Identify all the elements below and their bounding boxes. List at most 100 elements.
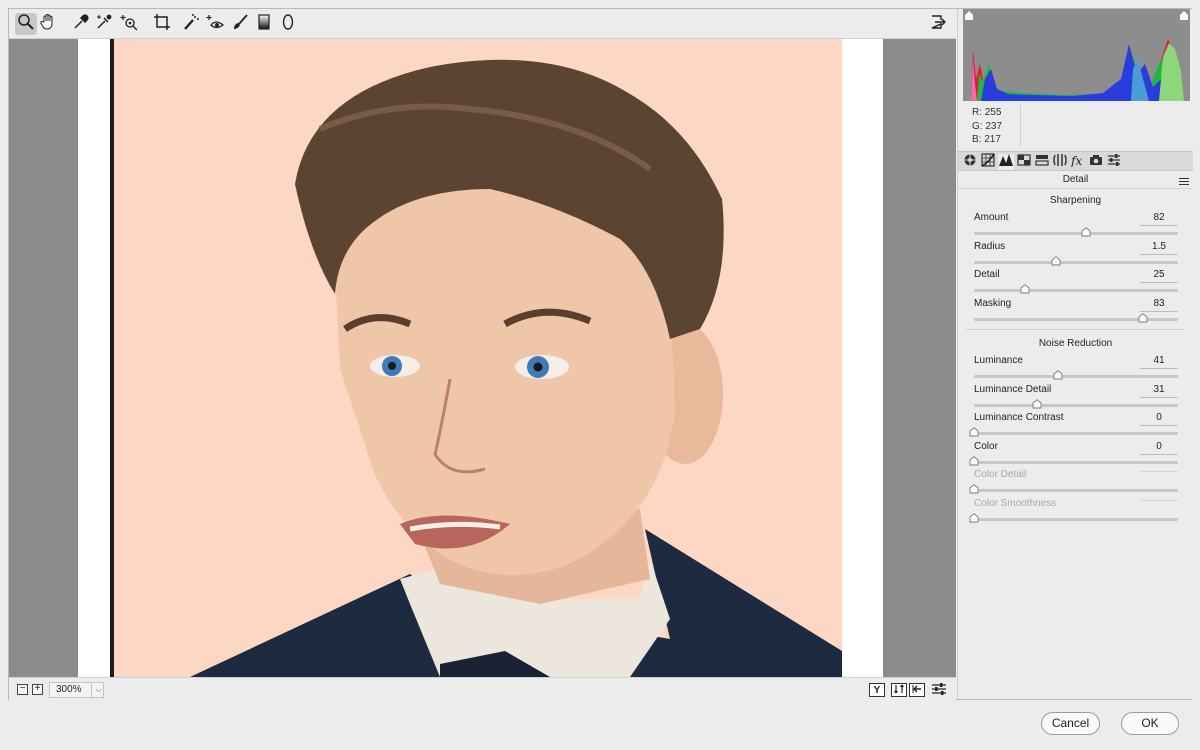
slider-luminance[interactable]: Luminance 41 xyxy=(974,355,1178,383)
slider-label: Radius xyxy=(974,240,1006,252)
slider-label: Color xyxy=(974,440,998,452)
slider-masking[interactable]: Masking 83 xyxy=(974,298,1178,326)
status-bar: − + 300% ⌵ Y xyxy=(9,677,956,701)
slider-color-detail: Color Detail xyxy=(969,469,1178,497)
slider-track[interactable] xyxy=(974,432,1178,435)
slider-radius[interactable]: Radius 1.5 xyxy=(974,241,1178,269)
slider-luminance-detail[interactable]: Luminance Detail 31 xyxy=(974,384,1178,412)
panel-tabs: fx xyxy=(958,151,1193,171)
slider-thumb[interactable] xyxy=(1032,398,1042,409)
slider-value-field[interactable]: 0 xyxy=(1140,412,1178,426)
slider-label: Luminance xyxy=(974,355,1023,366)
slider-track[interactable] xyxy=(974,232,1178,235)
slider-value-field[interactable]: 25 xyxy=(1140,269,1178,283)
slider-amount[interactable]: Amount 82 xyxy=(974,212,1178,240)
tab-split-toning[interactable] xyxy=(1034,154,1050,170)
ok-button[interactable]: OK xyxy=(1121,712,1179,735)
tab-effects[interactable]: fx xyxy=(1070,154,1086,170)
tab-hsl[interactable] xyxy=(1016,153,1032,172)
slider-thumb[interactable] xyxy=(1138,312,1148,323)
svg-text:fx: fx xyxy=(1071,154,1082,167)
eyedropper-sparkle-icon xyxy=(95,13,113,36)
tab-camera-calibration[interactable] xyxy=(1088,154,1104,170)
slider-value-field[interactable]: 1.5 xyxy=(1140,241,1178,255)
export-icon xyxy=(929,13,947,36)
zoom-in-button[interactable]: + xyxy=(32,684,43,695)
slider-thumb[interactable] xyxy=(969,427,979,437)
slider-label: Masking xyxy=(974,297,1012,309)
slider-track[interactable] xyxy=(974,375,1178,378)
slider-value-field[interactable]: 31 xyxy=(1140,384,1178,398)
tab-detail[interactable] xyxy=(998,153,1014,172)
histogram xyxy=(963,9,1190,101)
tab-lens-corrections[interactable] xyxy=(1052,153,1068,170)
menu-icon[interactable] xyxy=(1179,175,1189,185)
slider-value-field[interactable]: 82 xyxy=(1140,212,1178,226)
copy-settings-icon xyxy=(912,684,922,697)
tab-tone-curve[interactable] xyxy=(980,152,996,172)
hsl-icon xyxy=(1017,153,1031,172)
hand-tool-button[interactable] xyxy=(37,13,59,35)
sharpening-title: Sharpening xyxy=(1049,195,1102,206)
blue-value: B: 217 xyxy=(972,134,1001,145)
red-eye-tool-button[interactable] xyxy=(204,13,226,35)
slider-thumb[interactable] xyxy=(1020,284,1030,294)
tone-curve-icon xyxy=(981,152,995,172)
gradient-icon xyxy=(255,13,273,36)
slider-thumb[interactable] xyxy=(1053,370,1063,380)
rgb-readout: R: 255 G: 237 B: 217 xyxy=(972,106,1002,147)
swap-icon xyxy=(894,684,904,697)
tab-presets[interactable] xyxy=(1106,153,1122,170)
eye-plus-icon xyxy=(206,13,225,36)
adjustment-brush-tool-button[interactable] xyxy=(229,13,251,35)
slider-track[interactable] xyxy=(974,260,1178,264)
slider-value-field[interactable]: 41 xyxy=(1140,355,1178,369)
chevron-down-icon[interactable]: ⌵ xyxy=(91,682,105,698)
slider-color[interactable]: Color 0 xyxy=(969,440,1178,469)
split-toning-icon xyxy=(1035,153,1049,172)
slider-thumb[interactable] xyxy=(1081,227,1091,237)
slider-label: Detail xyxy=(974,269,1000,280)
adjustment-panel: R: 255 G: 237 B: 217 fx Detail Sharpenin… xyxy=(957,9,1193,699)
preview-preferences-button[interactable] xyxy=(931,682,947,697)
cancel-button[interactable]: Cancel xyxy=(1041,712,1100,735)
eyedropper-icon xyxy=(72,13,90,36)
detail-icon xyxy=(999,153,1013,172)
transform-tool-button[interactable] xyxy=(151,13,173,35)
portrait-photo xyxy=(110,39,842,677)
targeted-adjustment-tool-button[interactable] xyxy=(118,13,140,35)
graduated-filter-tool-button[interactable] xyxy=(253,13,275,35)
copy-current-to-before-button[interactable] xyxy=(909,683,925,697)
slider-track[interactable] xyxy=(974,403,1178,407)
color-sampler-tool-button[interactable] xyxy=(93,13,115,35)
before-after-views-button[interactable]: Y xyxy=(869,683,885,697)
basic-icon xyxy=(963,153,977,172)
fx-icon: fx xyxy=(1070,153,1085,172)
image-canvas[interactable] xyxy=(9,39,956,677)
slider-label: Luminance Detail xyxy=(974,383,1052,395)
radial-filter-tool-button[interactable] xyxy=(277,13,299,35)
slider-value-field[interactable]: 0 xyxy=(1140,441,1178,455)
export-button[interactable] xyxy=(927,13,949,35)
slider-track[interactable] xyxy=(974,460,1178,464)
crop-frame-icon xyxy=(153,13,171,36)
slider-track xyxy=(974,489,1178,492)
white-balance-tool-button[interactable] xyxy=(70,13,92,35)
magnifier-icon xyxy=(17,13,35,36)
spot-removal-tool-button[interactable] xyxy=(180,13,202,35)
slider-value-field[interactable]: 83 xyxy=(1140,298,1178,312)
swap-before-after-button[interactable] xyxy=(891,683,907,697)
slider-luminance-contrast[interactable]: Luminance Contrast 0 xyxy=(969,412,1178,440)
tab-basic[interactable] xyxy=(962,154,978,170)
slider-thumb[interactable] xyxy=(969,455,979,466)
panel-title: Detail xyxy=(958,171,1193,189)
slider-track[interactable] xyxy=(974,289,1178,292)
camera-raw-dialog: − + 300% ⌵ Y R: 255 G: 237 B: 217 fx Det… xyxy=(0,0,1200,750)
slider-detail[interactable]: Detail 25 xyxy=(974,269,1178,297)
before-after-y-label: Y xyxy=(873,684,881,696)
green-value: G: 237 xyxy=(972,120,1003,132)
zoom-tool-button[interactable] xyxy=(15,13,37,35)
slider-thumb[interactable] xyxy=(1051,255,1061,266)
toolbar xyxy=(9,9,956,39)
zoom-out-button[interactable]: − xyxy=(17,684,28,695)
